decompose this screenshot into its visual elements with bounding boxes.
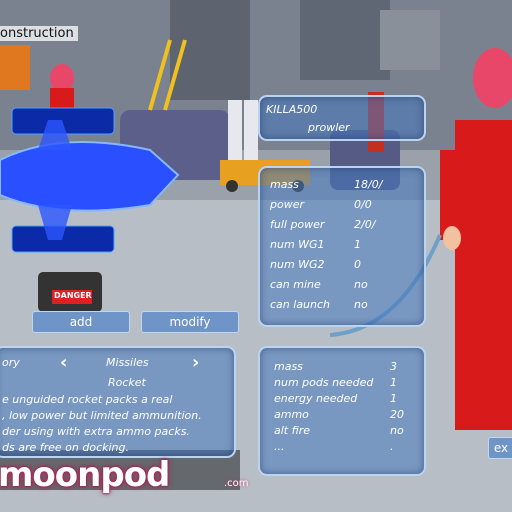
stat-value: 0 bbox=[354, 258, 361, 271]
add-button[interactable]: add bbox=[32, 311, 130, 333]
item-stat-value: 1 bbox=[390, 376, 397, 389]
stat-label: power bbox=[270, 198, 304, 211]
exit-button[interactable]: ex bbox=[488, 437, 512, 459]
ship-name: KILLA500 bbox=[266, 103, 318, 116]
category-next-arrow[interactable]: › bbox=[192, 352, 199, 373]
item-stat-label: mass bbox=[274, 360, 303, 373]
item-stat-value: . bbox=[390, 440, 394, 453]
danger-sign: DANGER bbox=[54, 291, 92, 300]
stat-label: can launch bbox=[270, 298, 331, 311]
item-stat-value: 20 bbox=[390, 408, 404, 421]
item-stats-panel: mass 3 num pods needed 1 energy needed 1… bbox=[258, 346, 426, 476]
item-stat-label: energy needed bbox=[274, 392, 358, 405]
stat-value: 1 bbox=[354, 238, 361, 251]
ship-class: prowler bbox=[308, 121, 350, 134]
page-title: onstruction bbox=[0, 26, 78, 41]
modify-button[interactable]: modify bbox=[141, 311, 239, 333]
category-value: Missiles bbox=[106, 356, 149, 369]
item-stat-value: 3 bbox=[390, 360, 397, 373]
stat-value: no bbox=[354, 298, 368, 311]
category-panel: ory ‹ Missiles › Rocket e unguided rocke… bbox=[0, 346, 236, 458]
description-line: ds are free on docking. bbox=[2, 441, 129, 454]
item-stat-label: ammo bbox=[274, 408, 309, 421]
stat-label: full power bbox=[270, 218, 325, 231]
stat-label: num WG2 bbox=[270, 258, 325, 271]
stat-value: no bbox=[354, 278, 368, 291]
item-stat-value: 1 bbox=[390, 392, 397, 405]
stat-value: 18/0/ bbox=[354, 178, 383, 191]
item-stat-label: ... bbox=[274, 440, 285, 453]
item-stat-label: alt fire bbox=[274, 424, 311, 437]
stat-value: 0/0 bbox=[354, 198, 372, 211]
description-line: e unguided rocket packs a real bbox=[2, 393, 173, 406]
stat-label: can mine bbox=[270, 278, 321, 291]
description-line: , low power but limited ammunition. bbox=[2, 409, 202, 422]
description-line: der using with extra ammo packs. bbox=[2, 425, 190, 438]
category-label: ory bbox=[2, 356, 20, 369]
stat-value: 2/0/ bbox=[354, 218, 376, 231]
ship-name-panel: KILLA500 prowler bbox=[258, 95, 426, 141]
moonpod-logo: moonpod bbox=[0, 455, 170, 495]
stat-label: mass bbox=[270, 178, 299, 191]
ship-stats-panel: mass 18/0/ power 0/0 full power 2/0/ num… bbox=[258, 166, 426, 327]
item-stat-label: num pods needed bbox=[274, 376, 374, 389]
moonpod-logo-suffix: .com bbox=[224, 478, 249, 489]
category-prev-arrow[interactable]: ‹ bbox=[60, 352, 67, 373]
item-stat-value: no bbox=[390, 424, 404, 437]
stat-label: num WG1 bbox=[270, 238, 325, 251]
item-name: Rocket bbox=[108, 376, 146, 389]
